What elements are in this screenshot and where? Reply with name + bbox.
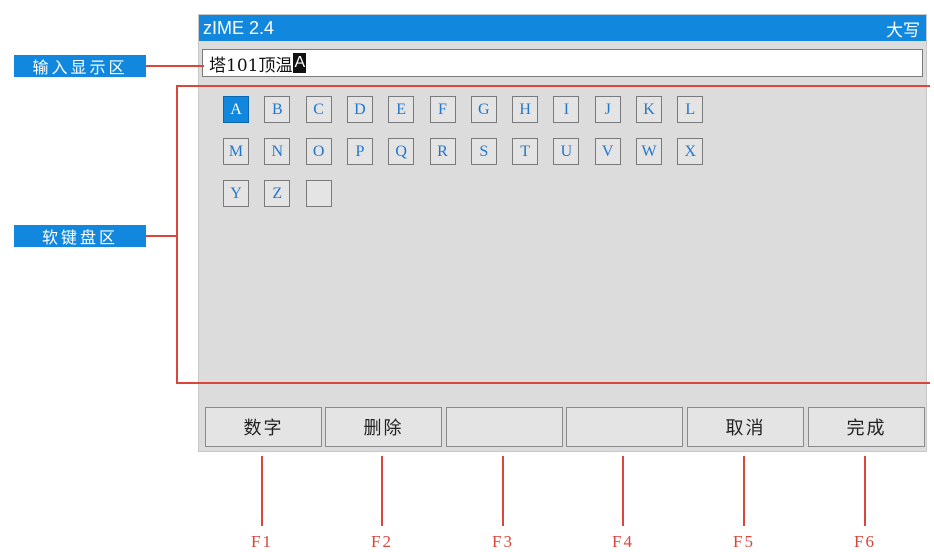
f6-label: F6: [854, 532, 876, 551]
key-s[interactable]: S: [470, 138, 497, 165]
f4-label: F4: [612, 532, 634, 551]
f3-blank-button[interactable]: [446, 407, 563, 447]
key-j[interactable]: J: [594, 96, 621, 123]
key-z[interactable]: Z: [264, 180, 291, 207]
key-k[interactable]: K: [636, 96, 662, 123]
caps-mode-indicator: 大写: [886, 20, 920, 41]
digits-button[interactable]: 数字: [205, 407, 322, 447]
keyboard-area-bracket: [176, 85, 178, 383]
key-l[interactable]: L: [677, 96, 704, 123]
title-bar: zIME 2.4 大写: [199, 15, 926, 41]
key-d[interactable]: D: [346, 96, 373, 123]
keyboard-area-bracket-bottom: [176, 382, 930, 384]
f4-blank-button[interactable]: [566, 407, 683, 447]
f5-leader-line: [743, 456, 745, 526]
key-e[interactable]: E: [388, 96, 415, 123]
key-r[interactable]: R: [429, 138, 456, 165]
key-blank[interactable]: [305, 180, 332, 207]
f4-leader-line: [622, 456, 624, 526]
input-area-leader-line: [146, 65, 204, 67]
key-p[interactable]: P: [346, 138, 373, 165]
f3-leader-line: [502, 456, 504, 526]
keyboard-area-leader-line: [146, 235, 176, 237]
key-a[interactable]: A: [223, 96, 249, 123]
key-c[interactable]: C: [305, 96, 332, 123]
f2-label: F2: [371, 532, 393, 551]
input-text: 塔101顶温: [209, 55, 293, 76]
key-m[interactable]: M: [223, 138, 249, 165]
key-x[interactable]: X: [677, 138, 704, 165]
input-display-field[interactable]: 塔101顶温 A: [202, 49, 923, 77]
keyboard-area-bracket-top: [176, 85, 930, 87]
f2-leader-line: [381, 456, 383, 526]
key-n[interactable]: N: [264, 138, 291, 165]
f5-label: F5: [733, 532, 755, 551]
done-button[interactable]: 完成: [808, 407, 925, 447]
key-y[interactable]: Y: [223, 180, 249, 207]
key-q[interactable]: Q: [388, 138, 415, 165]
input-area-callout: 输入显示区: [14, 55, 146, 77]
key-b[interactable]: B: [264, 96, 291, 123]
f1-leader-line: [261, 456, 263, 526]
ime-screen: zIME 2.4 大写 塔101顶温 A ABCDEFGHIJKLMNOPQRST…: [198, 14, 927, 452]
key-v[interactable]: V: [594, 138, 621, 165]
key-f[interactable]: F: [429, 96, 456, 123]
f3-label: F3: [492, 532, 514, 551]
cancel-button[interactable]: 取消: [687, 407, 804, 447]
key-u[interactable]: U: [553, 138, 580, 165]
key-i[interactable]: I: [553, 96, 580, 123]
key-w[interactable]: W: [636, 138, 662, 165]
key-h[interactable]: H: [512, 96, 539, 123]
key-g[interactable]: G: [470, 96, 497, 123]
key-t[interactable]: T: [512, 138, 539, 165]
delete-button[interactable]: 删除: [325, 407, 442, 447]
input-cursor: A: [293, 53, 307, 73]
app-title: zIME 2.4: [203, 17, 275, 38]
keyboard-area-callout: 软键盘区: [14, 225, 146, 247]
key-o[interactable]: O: [305, 138, 332, 165]
f6-leader-line: [864, 456, 866, 526]
f1-label: F1: [251, 532, 273, 551]
